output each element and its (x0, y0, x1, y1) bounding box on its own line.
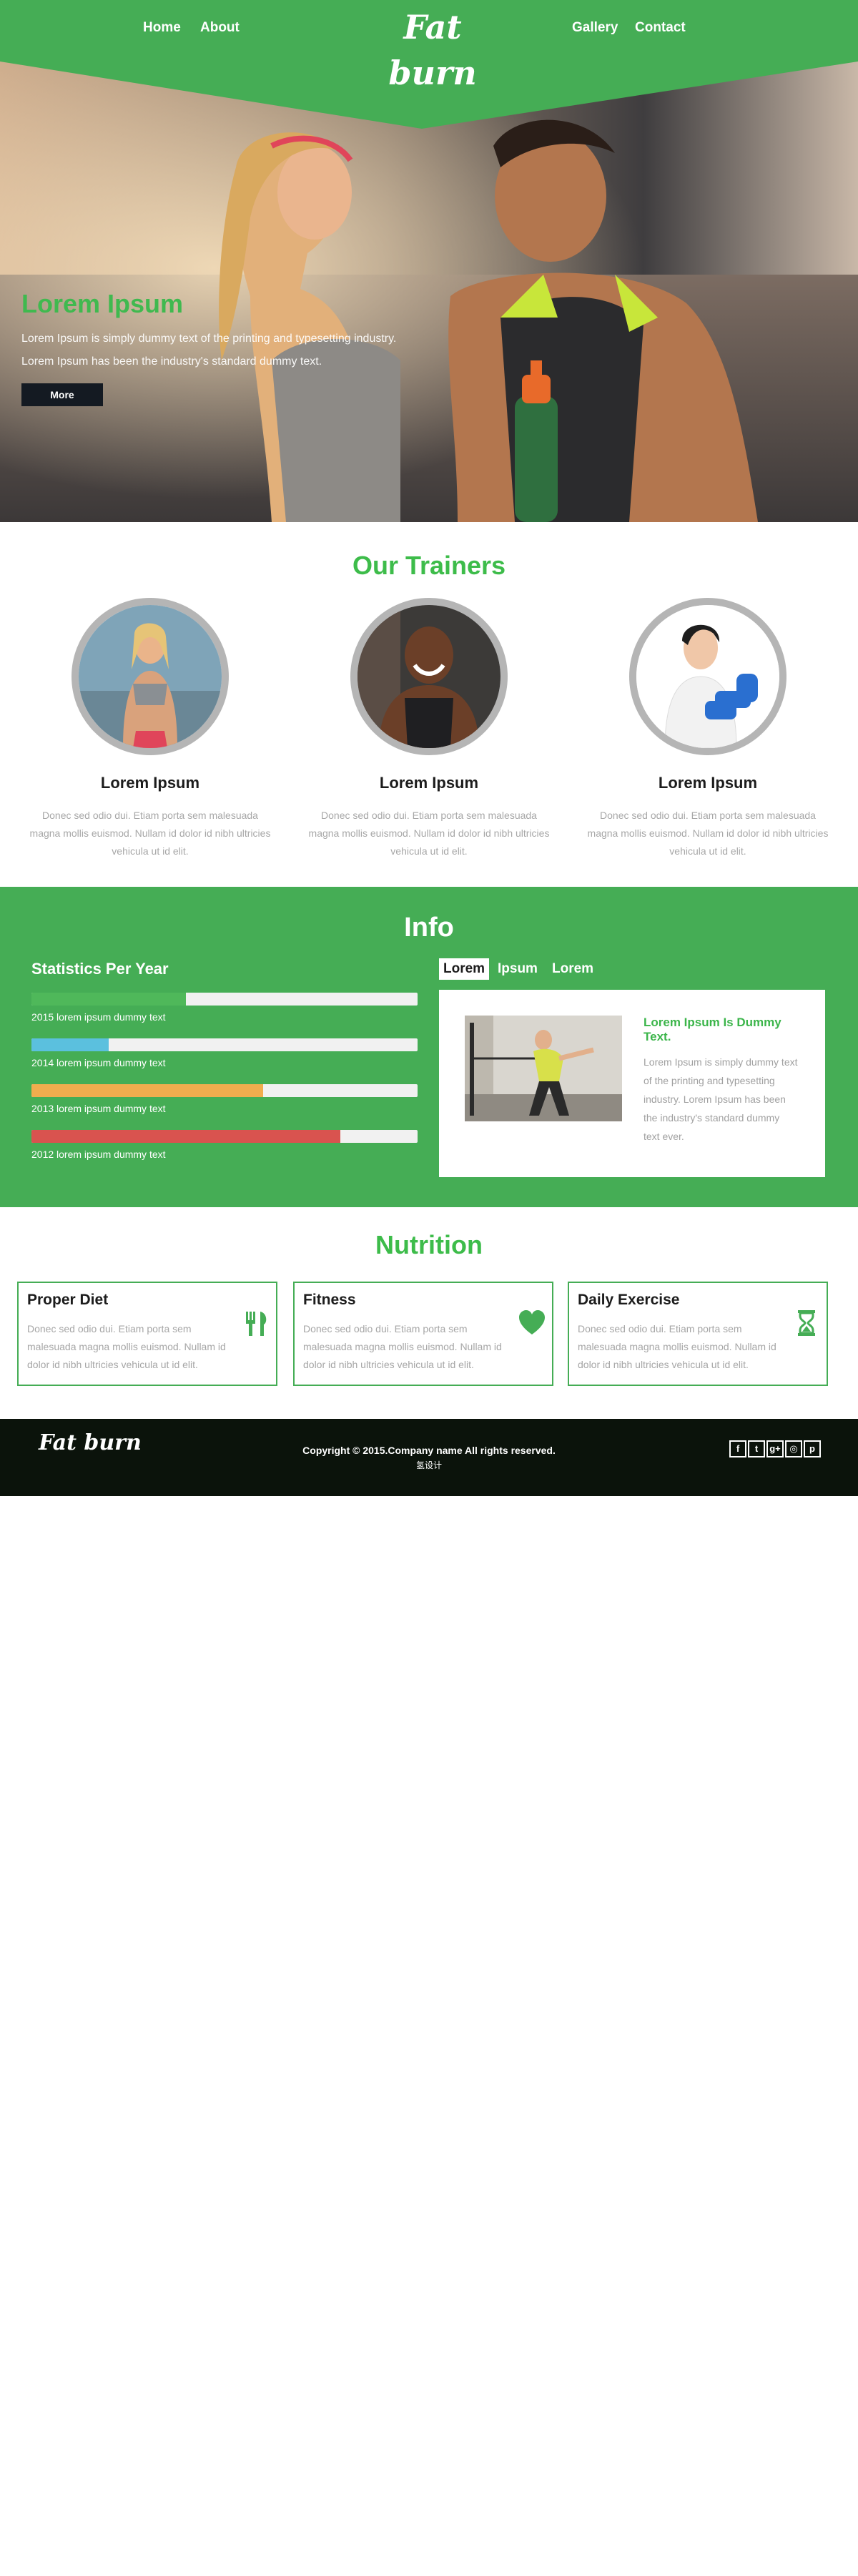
card-text: Donec sed odio dui. Etiam porta sem male… (27, 1323, 226, 1370)
progress-bar (31, 1038, 418, 1051)
info-title: Info (404, 913, 454, 943)
hero-more-button[interactable]: More (21, 383, 103, 406)
progress-label: 2014 lorem ipsum dummy text (31, 1057, 166, 1068)
nutrition-card: Daily Exercise Donec sed odio dui. Etiam… (568, 1282, 828, 1386)
dumbbell-trainer-photo (636, 605, 779, 748)
progress-fill (31, 993, 186, 1006)
trainer-name: Lorem Ipsum (100, 774, 200, 792)
progress-bar (31, 993, 418, 1006)
tab-ipsum[interactable]: Ipsum (493, 958, 542, 980)
google-plus-icon[interactable]: g+ (766, 1440, 784, 1457)
stats-title: Statistics Per Year (31, 960, 169, 978)
card-text: Donec sed odio dui. Etiam porta sem male… (303, 1323, 502, 1370)
female-trainer-photo (79, 605, 222, 748)
progress-fill (31, 1130, 340, 1143)
tab-lorem[interactable]: Lorem (439, 958, 490, 980)
trainer-avatar (350, 598, 508, 755)
facebook-icon[interactable]: f (729, 1440, 746, 1457)
trainer-desc: Donec sed odio dui. Etiam porta sem male… (587, 810, 829, 857)
site-logo[interactable]: Fat burn (372, 4, 493, 92)
trainer-avatar (72, 598, 229, 755)
hero-text: Lorem Ipsum is simply dummy text of the … (21, 333, 397, 368)
workout-image (465, 1016, 622, 1121)
trainer-card: Lorem Ipsum Donec sed odio dui. Etiam po… (579, 598, 837, 860)
trainer-avatar (629, 598, 786, 755)
male-trainer-photo (358, 605, 500, 748)
footer-subtext[interactable]: 氢设计 (0, 1459, 858, 1471)
progress-fill (31, 1084, 263, 1097)
trainer-name: Lorem Ipsum (379, 774, 479, 792)
hourglass-icon (798, 1310, 815, 1336)
progress-fill (31, 1038, 109, 1051)
hero-title: Lorem Ipsum (21, 289, 184, 318)
trainers-title: Our Trainers (352, 551, 506, 580)
cutlery-icon (246, 1312, 267, 1336)
nutrition-card: Proper Diet Donec sed odio dui. Etiam po… (17, 1282, 277, 1386)
nav-about-link[interactable]: About (200, 20, 240, 36)
progress-label: 2012 lorem ipsum dummy text (31, 1149, 166, 1160)
card-title: Proper Diet (27, 1292, 109, 1308)
panel-title: Lorem Ipsum Is Dummy Text. (644, 1016, 781, 1043)
progress-label: 2015 lorem ipsum dummy text (31, 1011, 166, 1023)
pinterest-icon[interactable]: p (804, 1440, 821, 1457)
trainer-desc: Donec sed odio dui. Etiam porta sem male… (29, 810, 271, 857)
info-section: Info Statistics Per Year 2015 lorem ipsu… (0, 887, 858, 1207)
heart-icon (519, 1310, 545, 1334)
progress-bar (31, 1130, 418, 1143)
card-title: Fitness (303, 1292, 356, 1308)
site-header: Home About Gallery Contact Fat burn (0, 0, 858, 92)
twitter-icon[interactable]: t (748, 1440, 765, 1457)
card-text: Donec sed odio dui. Etiam porta sem male… (578, 1323, 776, 1370)
trainer-card: Lorem Ipsum Donec sed odio dui. Etiam po… (21, 598, 279, 860)
nav-contact-link[interactable]: Contact (635, 20, 686, 36)
progress-label: 2013 lorem ipsum dummy text (31, 1103, 166, 1114)
nav-gallery-link[interactable]: Gallery (572, 20, 618, 36)
workout-photo (465, 1016, 622, 1121)
panel-text: Lorem Ipsum is simply dummy text of the … (644, 1056, 798, 1142)
site-footer: Fat burn Copyright © 2015.Company name A… (0, 1419, 858, 1496)
tab-lorem-2[interactable]: Lorem (548, 958, 598, 980)
trainer-card: Lorem Ipsum Donec sed odio dui. Etiam po… (300, 598, 558, 860)
trainer-name: Lorem Ipsum (658, 774, 758, 792)
nav-home-link[interactable]: Home (143, 20, 181, 36)
trainer-desc: Donec sed odio dui. Etiam porta sem male… (308, 810, 550, 857)
card-title: Daily Exercise (578, 1292, 680, 1308)
nutrition-card: Fitness Donec sed odio dui. Etiam porta … (293, 1282, 553, 1386)
progress-bar (31, 1084, 418, 1097)
tab-panel: Lorem Ipsum Is Dummy Text. Lorem Ipsum i… (439, 990, 825, 1177)
nutrition-title: Nutrition (375, 1230, 483, 1259)
instagram-icon[interactable]: ◎ (785, 1440, 802, 1457)
